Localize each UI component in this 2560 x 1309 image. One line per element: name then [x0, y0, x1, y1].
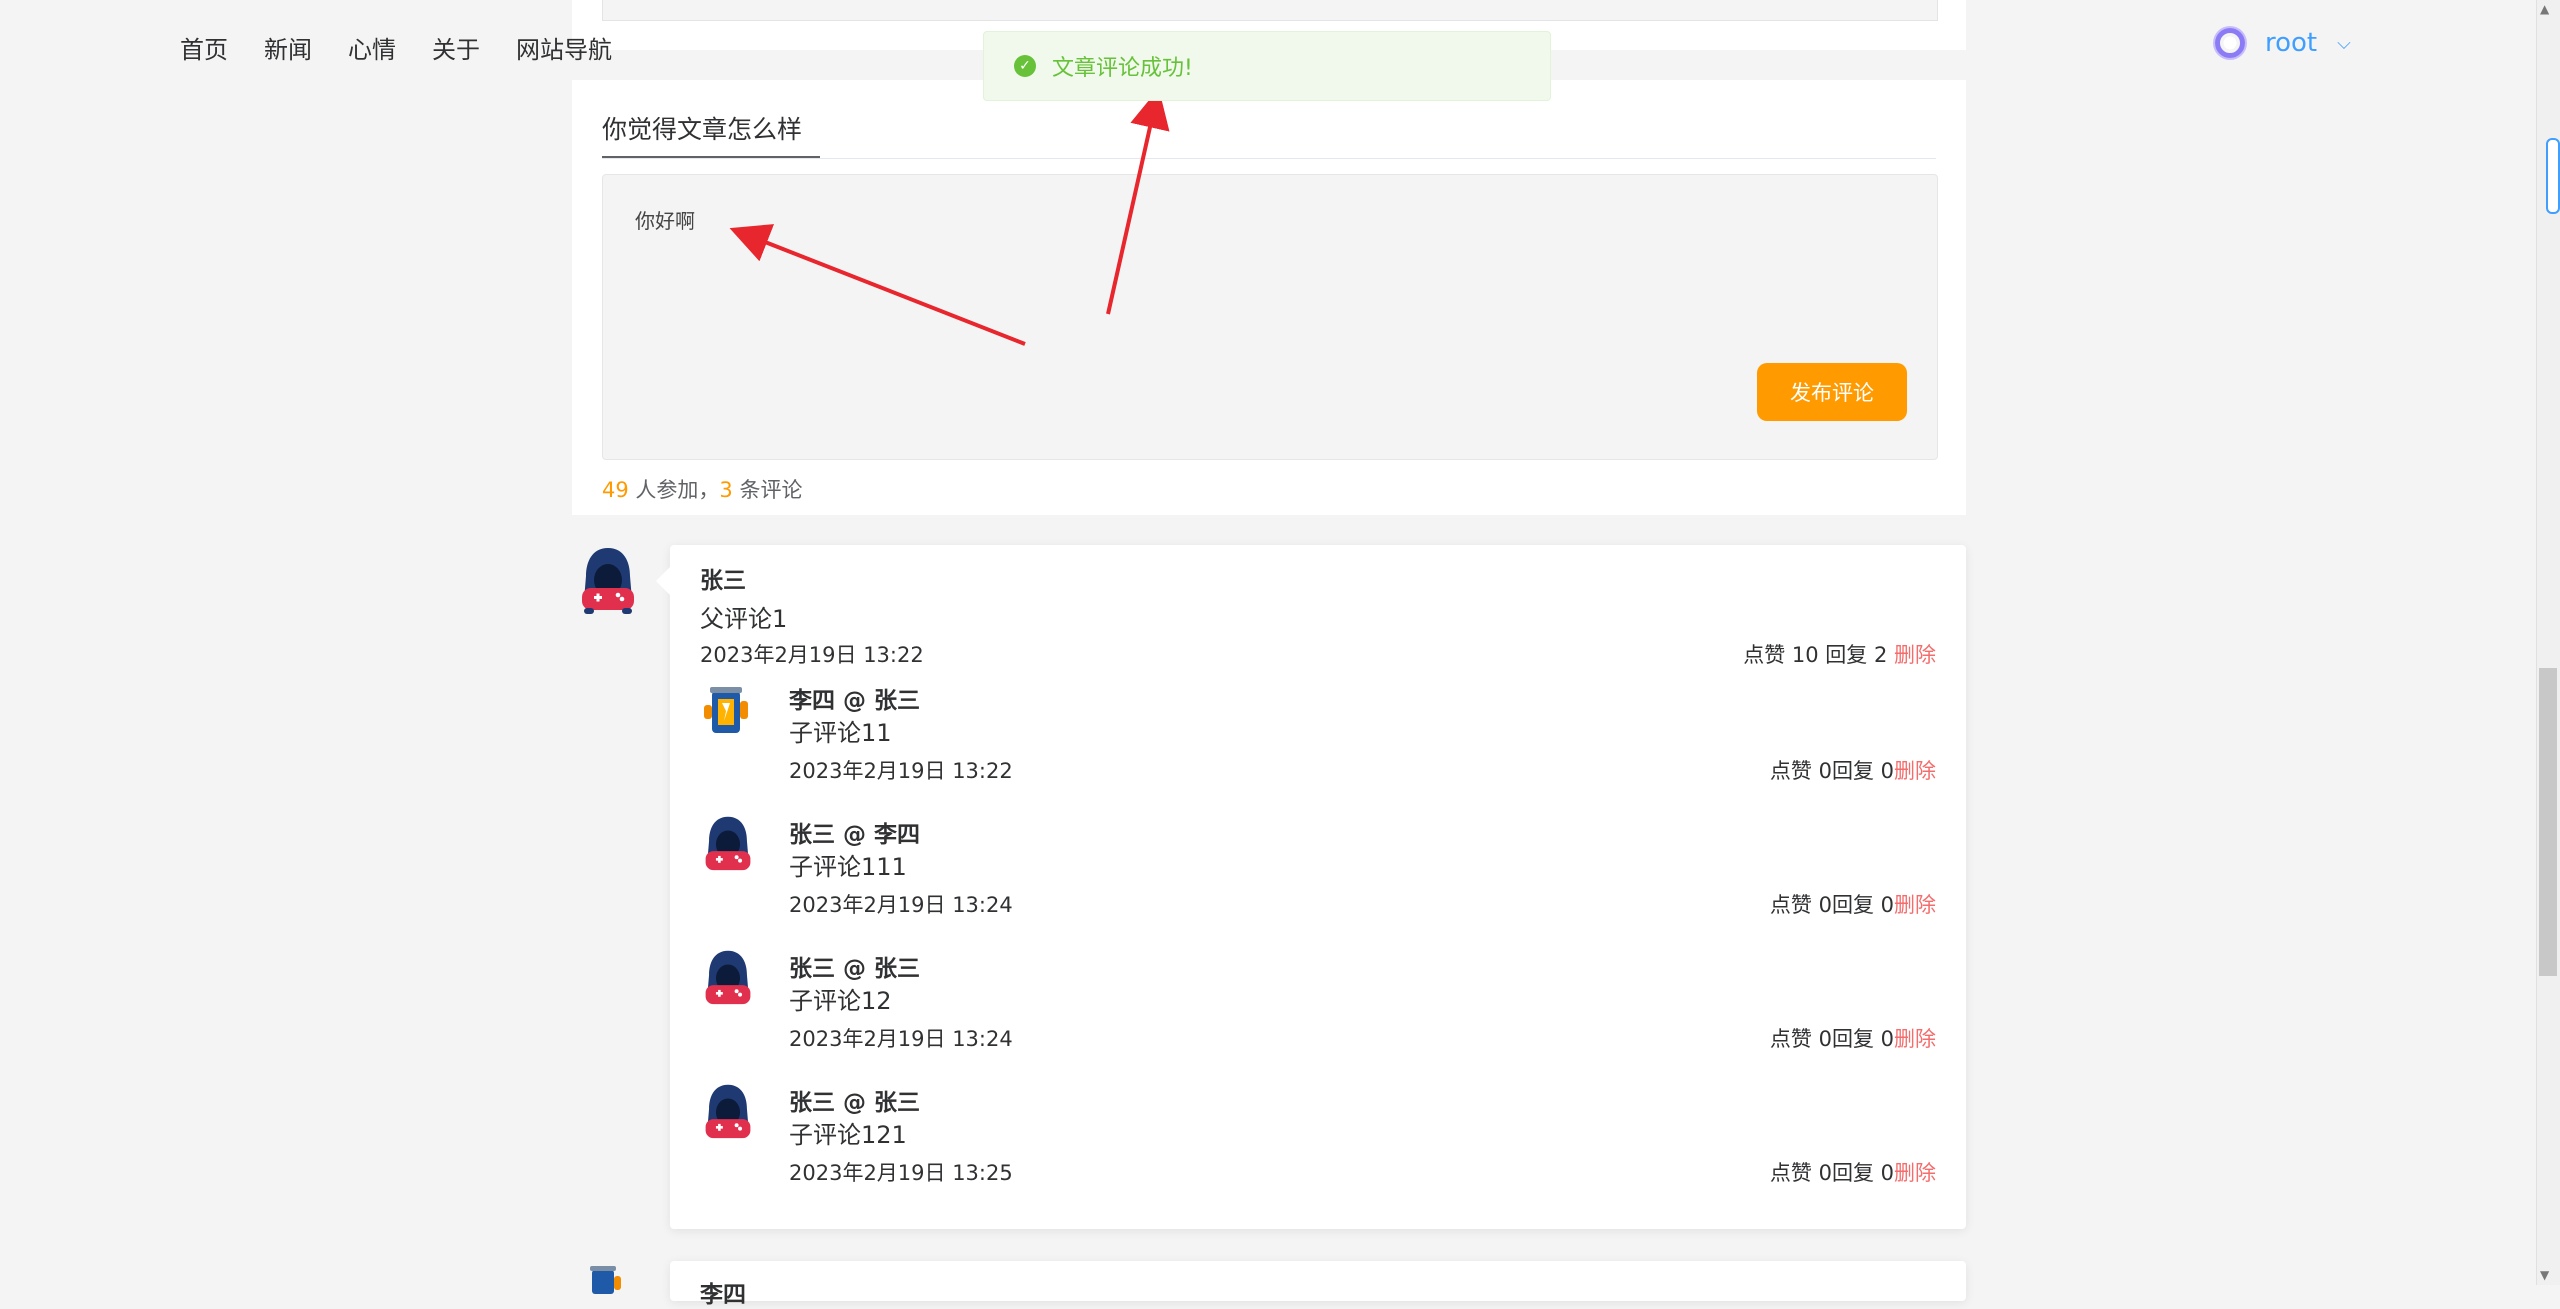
scrollbar-thumb[interactable]: [2539, 668, 2557, 976]
username[interactable]: root: [2265, 28, 2317, 58]
child-comment-author[interactable]: 张三 @ 张三: [789, 949, 920, 983]
comment-thread: 张三 父评论1 2023年2月19日 13:22 点赞 10 回复 2 删除 李…: [656, 545, 1966, 1229]
participant-suffix: 人参加，: [628, 478, 720, 502]
nav-site-guide[interactable]: 网站导航: [516, 30, 612, 65]
publish-comment-button[interactable]: 发布评论: [1757, 363, 1907, 421]
tab-divider: [602, 158, 1936, 159]
child-comment-date: 2023年2月19日 13:24: [789, 893, 1013, 917]
user-menu[interactable]: root ⌵: [2215, 28, 2351, 58]
like-reply-counts[interactable]: 点赞 10 回复 2: [1743, 643, 1894, 667]
child-comment: 张三 @ 张三 子评论121 2023年2月19日 13:25 点赞 0回复 0…: [700, 1083, 1936, 1203]
comment-count-suffix: 条评论: [732, 478, 803, 502]
child-comment-text: 子评论11: [789, 719, 892, 747]
success-toast: ✓ 文章评论成功!: [983, 31, 1551, 101]
top-nav: 首页 新闻 心情 关于 网站导航: [180, 30, 612, 65]
child-comment: 李四 @ 张三 子评论11 2023年2月19日 13:22 点赞 0回复 0删…: [700, 681, 1936, 801]
article-card-inner: [602, 0, 1938, 21]
comment-editor-card: 你觉得文章怎么样 你好啊 发布评论 49 人参加，3 条评论: [572, 80, 1966, 515]
child-comment-actions: 点赞 0回复 0删除: [1770, 755, 1936, 785]
comment-editor[interactable]: 你好啊 发布评论: [602, 174, 1938, 460]
comment-count: 3: [719, 478, 733, 502]
child-comment-date: 2023年2月19日 13:24: [789, 1027, 1013, 1051]
child-comment-text: 子评论111: [789, 853, 907, 881]
delete-button[interactable]: 删除: [1894, 643, 1936, 667]
user-avatar[interactable]: [2215, 28, 2245, 58]
parent-comment-actions: 点赞 10 回复 2 删除: [1743, 639, 1936, 669]
like-reply-counts[interactable]: 点赞 0回复 0: [1770, 1161, 1894, 1185]
page-scroll-indicator[interactable]: [2546, 138, 2560, 214]
child-comment-date: 2023年2月19日 13:25: [789, 1161, 1013, 1185]
delete-button[interactable]: 删除: [1894, 1027, 1936, 1051]
child-comment-actions: 点赞 0回复 0删除: [1770, 1023, 1936, 1053]
next-comment-thread: 李四: [670, 1261, 1966, 1308]
check-circle-icon: ✓: [1014, 55, 1036, 77]
child-comment-author[interactable]: 张三 @ 张三: [789, 1083, 920, 1117]
nav-home[interactable]: 首页: [180, 30, 228, 65]
nav-news[interactable]: 新闻: [264, 30, 312, 65]
like-reply-counts[interactable]: 点赞 0回复 0: [1770, 759, 1894, 783]
next-comment-author[interactable]: 李四: [700, 1275, 746, 1309]
trash-robot-avatar: [590, 1266, 621, 1294]
child-comment-actions: 点赞 0回复 0删除: [1770, 889, 1936, 919]
parent-comment-text: 父评论1: [700, 605, 788, 633]
chevron-down-icon[interactable]: ⌵: [2337, 33, 2351, 54]
hooded-gamer-avatar: [705, 816, 751, 871]
scroll-up-icon[interactable]: ▲: [2540, 2, 2549, 16]
tab-active-underline: [602, 156, 820, 158]
delete-button[interactable]: 删除: [1894, 1161, 1936, 1185]
scroll-down-icon[interactable]: ▼: [2540, 1268, 2549, 1282]
child-comment-text: 子评论12: [789, 987, 892, 1015]
toast-message: 文章评论成功!: [1052, 56, 1193, 81]
parent-comment-date: 2023年2月19日 13:22: [700, 643, 924, 667]
delete-button[interactable]: 删除: [1894, 893, 1936, 917]
like-reply-counts[interactable]: 点赞 0回复 0: [1770, 1027, 1894, 1051]
child-comment-author[interactable]: 李四 @ 张三: [789, 681, 920, 715]
delete-button[interactable]: 删除: [1894, 759, 1936, 783]
hooded-gamer-avatar: [705, 1084, 751, 1139]
child-comment-text: 子评论121: [789, 1121, 907, 1149]
comment-editor-text[interactable]: 你好啊: [635, 205, 695, 234]
child-comment: 张三 @ 李四 子评论111 2023年2月19日 13:24 点赞 0回复 0…: [700, 815, 1936, 935]
child-comment: 张三 @ 张三 子评论12 2023年2月19日 13:24 点赞 0回复 0删…: [700, 949, 1936, 1069]
child-comment-actions: 点赞 0回复 0删除: [1770, 1157, 1936, 1187]
comment-tab-title[interactable]: 你觉得文章怎么样: [602, 110, 802, 146]
nav-about[interactable]: 关于: [432, 30, 480, 65]
like-reply-counts[interactable]: 点赞 0回复 0: [1770, 893, 1894, 917]
child-comment-date: 2023年2月19日 13:22: [789, 759, 1013, 783]
participant-count: 49: [602, 478, 629, 502]
hooded-gamer-avatar: [705, 950, 751, 1005]
nav-mood[interactable]: 心情: [348, 30, 396, 65]
trash-robot-avatar: [704, 687, 748, 733]
child-comment-author[interactable]: 张三 @ 李四: [789, 815, 920, 849]
hooded-gamer-avatar: [582, 548, 634, 614]
comment-stats: 49 人参加，3 条评论: [602, 474, 802, 504]
parent-comment-author[interactable]: 张三: [700, 561, 746, 595]
